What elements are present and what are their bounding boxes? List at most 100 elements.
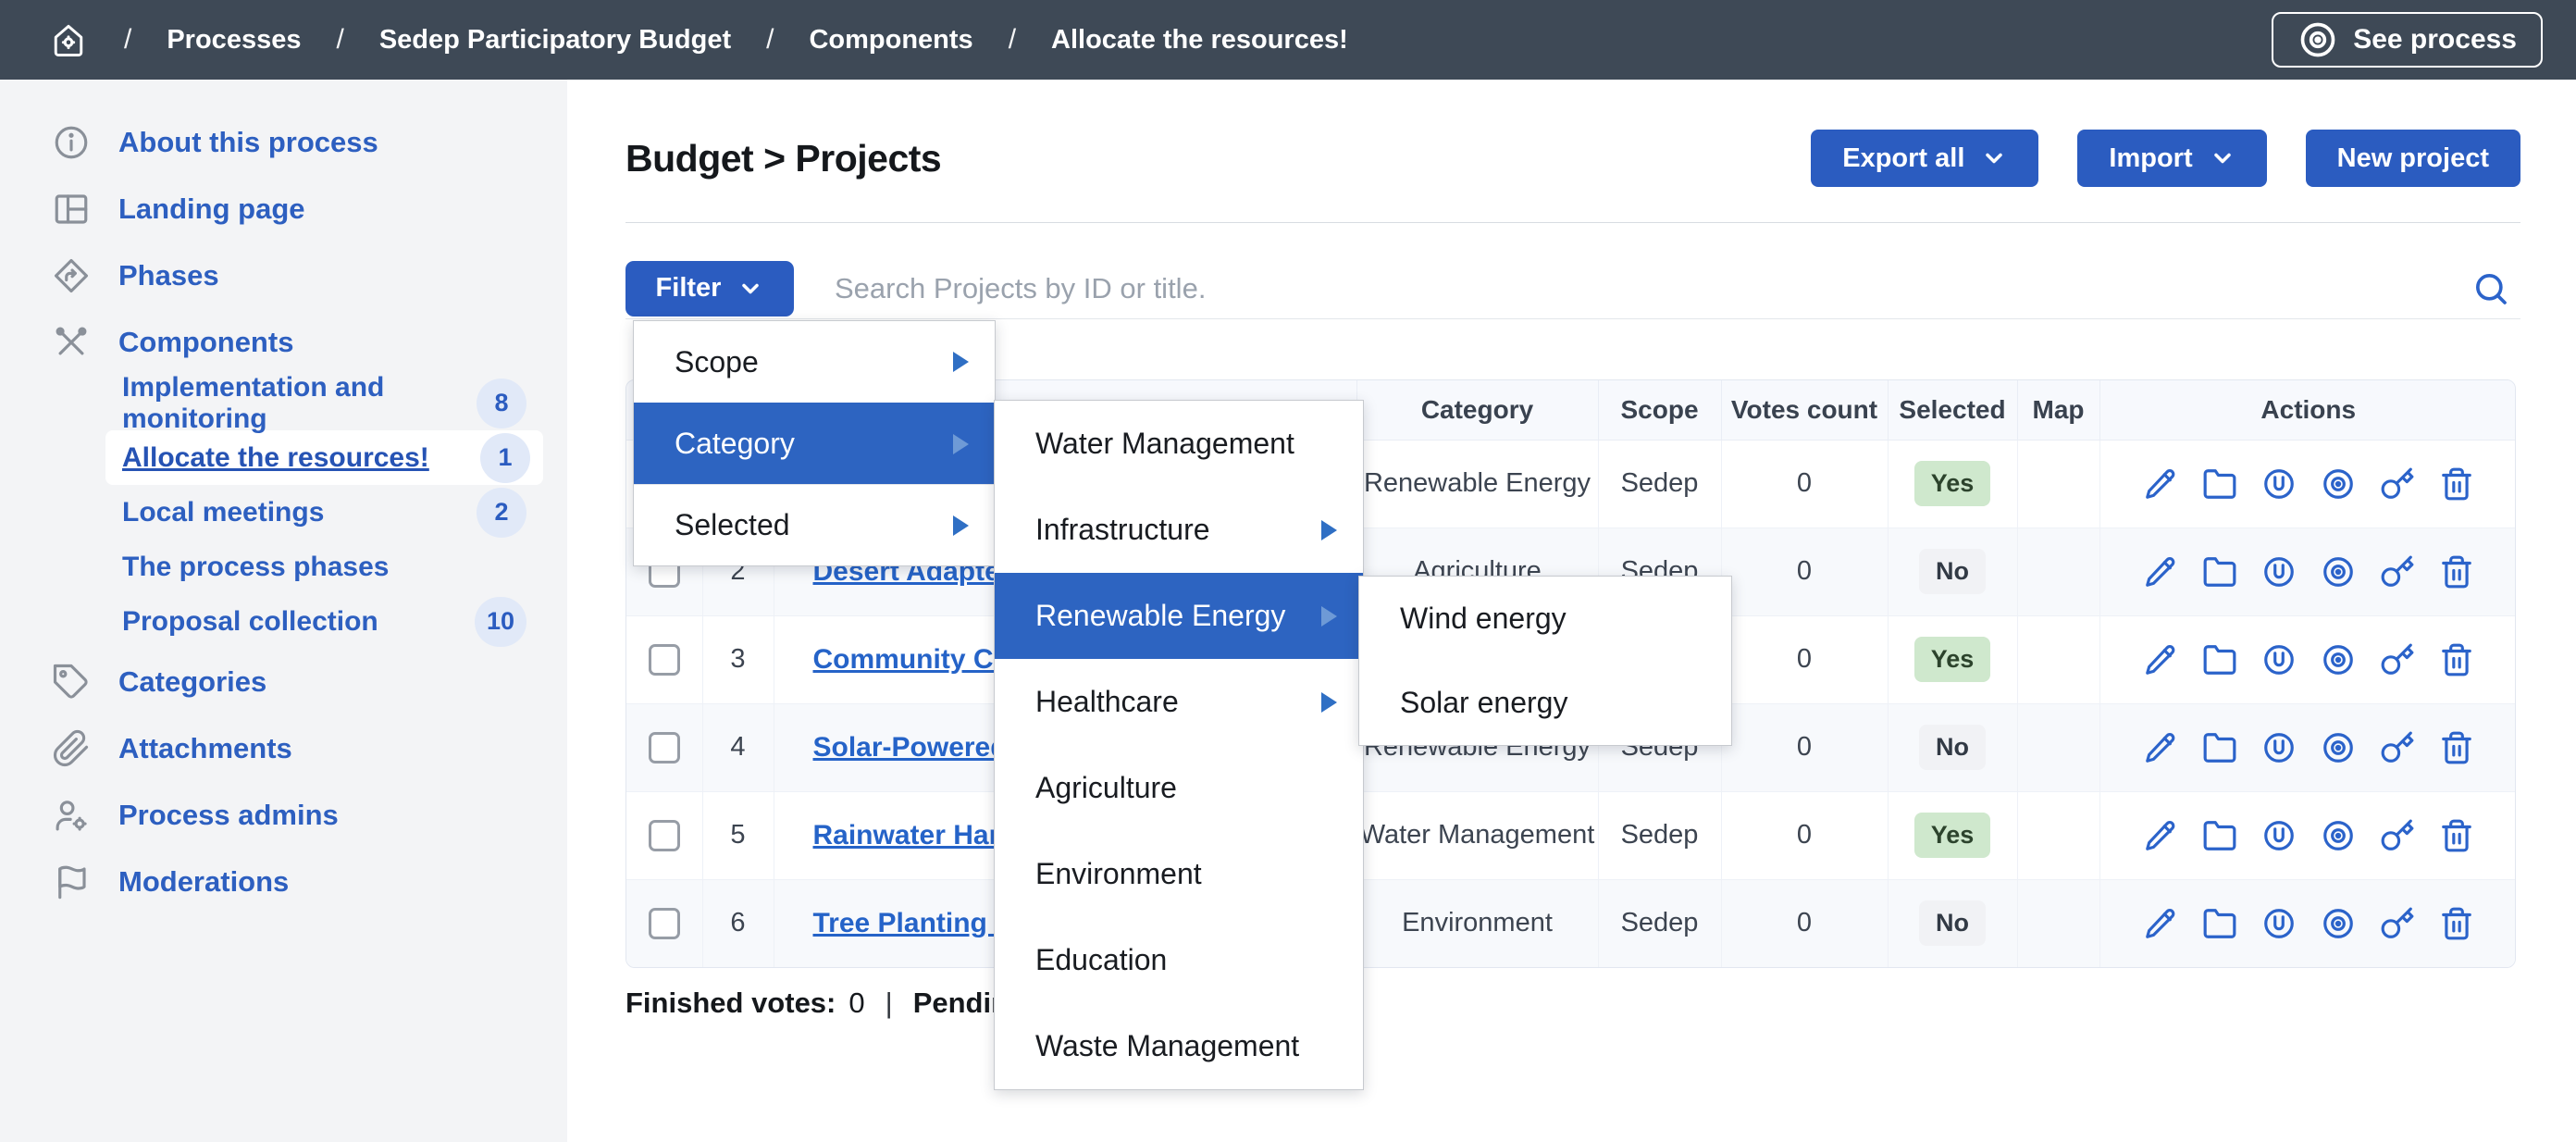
attachments-button[interactable]	[2261, 818, 2297, 853]
permissions-button[interactable]	[2380, 730, 2415, 765]
menu-item-environment[interactable]: Environment	[995, 831, 1363, 917]
menu-item-agriculture[interactable]: Agriculture	[995, 745, 1363, 831]
folder-icon	[2202, 730, 2237, 765]
search-input[interactable]	[835, 272, 2472, 305]
home-link[interactable]	[48, 19, 89, 60]
attachments-button[interactable]	[2261, 554, 2297, 590]
delete-project-button[interactable]	[2439, 466, 2474, 502]
export-all-button[interactable]: Export all	[1811, 130, 2038, 187]
row-checkbox[interactable]	[649, 820, 680, 851]
attachments-button[interactable]	[2261, 906, 2297, 941]
sidebar-item-categories[interactable]: Categories	[0, 649, 567, 715]
trash-icon	[2439, 642, 2474, 677]
preview-button[interactable]	[2321, 642, 2356, 677]
cell-checkbox	[626, 879, 702, 967]
delete-project-button[interactable]	[2439, 818, 2474, 853]
row-checkbox[interactable]	[649, 908, 680, 939]
preview-button[interactable]	[2321, 906, 2356, 941]
manage-project-button[interactable]	[2202, 466, 2237, 502]
breadcrumb-item-sedep-participatory-budget[interactable]: Sedep Participatory Budget	[379, 25, 731, 56]
sidebar-item-moderations[interactable]: Moderations	[0, 849, 567, 915]
preview-button[interactable]	[2321, 554, 2356, 590]
delete-project-button[interactable]	[2439, 730, 2474, 765]
menu-item-waste-management[interactable]: Waste Management	[995, 1003, 1363, 1089]
filter-search-bar: Filter	[625, 258, 2520, 319]
menu-item-selected[interactable]: Selected	[634, 484, 995, 565]
sidebar-subitem-local-meetings[interactable]: Local meetings2	[0, 485, 543, 540]
menu-item-label: Healthcare	[1035, 685, 1179, 719]
menu-item-education[interactable]: Education	[995, 917, 1363, 1003]
cell-scope: Sedep	[1598, 879, 1721, 967]
menu-item-solar-energy[interactable]: Solar energy	[1359, 661, 1731, 745]
preview-button[interactable]	[2321, 818, 2356, 853]
sidebar-item-phases[interactable]: Phases	[0, 242, 567, 309]
sidebar-subitem-the-process-phases[interactable]: The process phases	[0, 540, 543, 594]
permissions-button[interactable]	[2380, 466, 2415, 502]
permissions-button[interactable]	[2380, 554, 2415, 590]
new-project-button[interactable]: New project	[2306, 130, 2520, 187]
sidebar-subitem-allocate-the-resources[interactable]: Allocate the resources!1	[105, 430, 543, 485]
manage-project-button[interactable]	[2202, 906, 2237, 941]
cell-votes-count: 0	[1721, 703, 1888, 791]
sidebar-item-process-admins[interactable]: Process admins	[0, 782, 567, 849]
menu-item-wind-energy[interactable]: Wind energy	[1359, 577, 1731, 661]
breadcrumb-item-allocate-the-resources[interactable]: Allocate the resources!	[1051, 25, 1348, 56]
see-process-button[interactable]: See process	[2272, 12, 2543, 68]
attachments-button[interactable]	[2261, 642, 2297, 677]
cell-checkbox	[626, 791, 702, 879]
preview-icon	[2321, 818, 2356, 853]
edit-project-button[interactable]	[2143, 906, 2178, 941]
breadcrumb-item-components[interactable]: Components	[809, 25, 972, 56]
edit-project-button[interactable]	[2143, 466, 2178, 502]
filter-button[interactable]: Filter	[625, 261, 794, 317]
menu-item-label: Environment	[1035, 857, 1202, 891]
menu-item-healthcare[interactable]: Healthcare	[995, 659, 1363, 745]
menu-item-scope[interactable]: Scope	[634, 321, 995, 403]
manage-project-button[interactable]	[2202, 818, 2237, 853]
preview-button[interactable]	[2321, 730, 2356, 765]
sidebar-item-landing-page[interactable]: Landing page	[0, 176, 567, 242]
menu-item-category[interactable]: Category	[634, 403, 995, 484]
edit-icon	[2143, 906, 2178, 941]
import-button[interactable]: Import	[2077, 130, 2266, 187]
manage-project-button[interactable]	[2202, 642, 2237, 677]
project-title-link[interactable]: Rainwater Harv	[813, 820, 1015, 850]
edit-project-button[interactable]	[2143, 554, 2178, 590]
menu-item-water-management[interactable]: Water Management	[995, 401, 1363, 487]
preview-icon	[2321, 466, 2356, 502]
attachments-button[interactable]	[2261, 466, 2297, 502]
sidebar-item-label: Categories	[118, 665, 266, 699]
row-checkbox[interactable]	[649, 644, 680, 676]
attachments-button[interactable]	[2261, 730, 2297, 765]
sidebar-subitem-implementation-and-monitoring[interactable]: Implementation and monitoring8	[0, 376, 543, 430]
process-admins-icon	[52, 796, 91, 835]
row-checkbox[interactable]	[649, 732, 680, 763]
sidebar-item-components[interactable]: Components	[0, 309, 567, 376]
permissions-button[interactable]	[2380, 818, 2415, 853]
menu-item-infrastructure[interactable]: Infrastructure	[995, 487, 1363, 573]
breadcrumb-item-processes[interactable]: Processes	[167, 25, 301, 56]
edit-project-button[interactable]	[2143, 642, 2178, 677]
preview-button[interactable]	[2321, 466, 2356, 502]
search-icon[interactable]	[2472, 270, 2520, 307]
delete-project-button[interactable]	[2439, 906, 2474, 941]
edit-project-button[interactable]	[2143, 818, 2178, 853]
project-title-link[interactable]: Tree Planting fo	[813, 908, 1022, 938]
cell-checkbox	[626, 703, 702, 791]
menu-item-renewable-energy[interactable]: Renewable Energy	[995, 573, 1363, 659]
manage-project-button[interactable]	[2202, 554, 2237, 590]
delete-project-button[interactable]	[2439, 554, 2474, 590]
sidebar-item-attachments[interactable]: Attachments	[0, 715, 567, 782]
manage-project-button[interactable]	[2202, 730, 2237, 765]
sidebar-item-label: Process admins	[118, 799, 339, 832]
trash-icon	[2439, 730, 2474, 765]
cell-id: 6	[702, 879, 774, 967]
key-icon	[2380, 818, 2415, 853]
sidebar-subitem-proposal-collection[interactable]: Proposal collection10	[0, 594, 543, 649]
sidebar-item-about-this-process[interactable]: About this process	[0, 109, 567, 176]
edit-project-button[interactable]	[2143, 730, 2178, 765]
permissions-button[interactable]	[2380, 642, 2415, 677]
delete-project-button[interactable]	[2439, 642, 2474, 677]
permissions-button[interactable]	[2380, 906, 2415, 941]
phases-icon	[52, 256, 91, 295]
